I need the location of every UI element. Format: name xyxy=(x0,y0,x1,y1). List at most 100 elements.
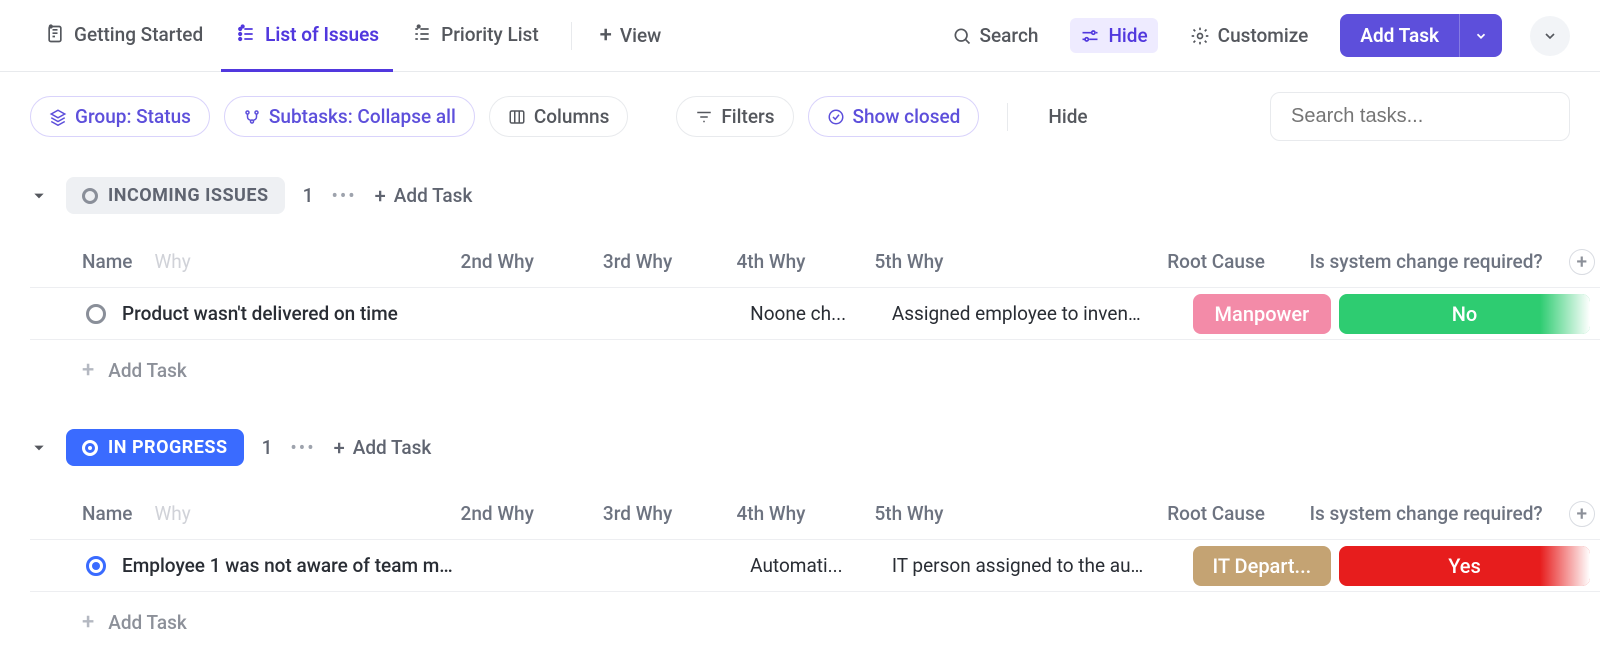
table-header-row: Name Why 2nd Why 3rd Why 4th Why 5th Why… xyxy=(30,236,1600,288)
search-button[interactable]: Search xyxy=(942,18,1049,53)
customize-button[interactable]: Customize xyxy=(1180,18,1319,53)
cell-root[interactable]: Manpower xyxy=(1189,294,1335,334)
add-task-label: Add Task xyxy=(394,184,473,207)
status-dot-icon xyxy=(82,440,98,456)
table-row[interactable]: Product wasn't delivered on time Noone c… xyxy=(30,288,1600,340)
cell-root[interactable]: IT Depart... xyxy=(1189,546,1335,586)
collapse-toggle[interactable] xyxy=(30,187,48,205)
add-task-row[interactable]: + Add Task xyxy=(30,340,1600,393)
plus-icon: + xyxy=(375,184,386,208)
status-dot-icon[interactable] xyxy=(86,304,106,324)
chevron-down-icon xyxy=(1542,28,1558,44)
task-name: Product wasn't delivered on time xyxy=(122,302,398,325)
hide-link[interactable]: Hide xyxy=(1036,105,1099,128)
table-header-row: Name Why 2nd Why 3rd Why 4th Why 5th Why… xyxy=(30,488,1600,540)
root-cause-badge: Manpower xyxy=(1193,294,1331,334)
status-chip[interactable]: IN PROGRESS xyxy=(66,429,244,466)
columns-label: Columns xyxy=(534,105,610,128)
group-more-button[interactable]: ••• xyxy=(290,436,315,459)
subtasks-label: Subtasks: Collapse all xyxy=(269,105,456,128)
sliders-icon xyxy=(1080,26,1100,46)
cell-sys[interactable]: No xyxy=(1335,294,1600,334)
col-header-why2[interactable]: 2nd Why xyxy=(457,250,599,273)
group-count: 1 xyxy=(303,184,314,207)
more-menu-button[interactable] xyxy=(1530,16,1570,56)
priority-list-icon xyxy=(411,23,433,45)
system-change-badge: No xyxy=(1339,294,1590,334)
hide-button[interactable]: Hide xyxy=(1070,18,1157,53)
col-header-why2[interactable]: 2nd Why xyxy=(457,502,599,525)
col-header-name[interactable]: Name Why xyxy=(30,250,457,273)
col-header-sys[interactable]: Is system change required? xyxy=(1306,250,1564,273)
filters-pill[interactable]: Filters xyxy=(676,96,793,137)
view-tabbar: Getting Started List of Issues Priority … xyxy=(0,0,1600,72)
add-column-button[interactable]: + xyxy=(1564,249,1600,275)
col-header-why5[interactable]: 5th Why xyxy=(870,250,1163,273)
collapse-toggle[interactable] xyxy=(30,439,48,457)
search-label: Search xyxy=(980,24,1039,47)
col-header-root[interactable]: Root Cause xyxy=(1163,502,1305,525)
col-header-why3[interactable]: 3rd Why xyxy=(599,502,733,525)
group-more-button[interactable]: ••• xyxy=(331,184,356,207)
gear-icon xyxy=(1190,26,1210,46)
tab-list-of-issues[interactable]: List of Issues xyxy=(221,0,393,72)
columns-icon xyxy=(508,108,526,126)
group-add-task[interactable]: + Add Task xyxy=(375,184,473,208)
subtasks-pill[interactable]: Subtasks: Collapse all xyxy=(224,96,475,137)
tab-getting-started[interactable]: Getting Started xyxy=(30,0,217,72)
columns-pill[interactable]: Columns xyxy=(489,96,629,137)
add-task-row[interactable]: + Add Task xyxy=(30,592,1600,645)
group-in-progress: IN PROGRESS 1 ••• + Add Task Name Why 2n… xyxy=(30,423,1600,645)
add-view-button[interactable]: + View xyxy=(590,23,672,48)
add-task-button[interactable]: Add Task xyxy=(1340,14,1459,57)
col-header-name[interactable]: Name Why xyxy=(30,502,457,525)
plus-icon: + xyxy=(600,23,612,48)
add-task-label: Add Task xyxy=(108,359,187,382)
filter-icon xyxy=(695,108,713,126)
tab-priority-list[interactable]: Priority List xyxy=(397,0,553,72)
root-cause-badge: IT Depart... xyxy=(1193,546,1331,586)
table-row[interactable]: Employee 1 was not aware of team meeti… … xyxy=(30,540,1600,592)
plus-icon: + xyxy=(1569,249,1595,275)
add-task-group: Add Task xyxy=(1340,14,1502,57)
status-label: INCOMING ISSUES xyxy=(108,185,269,206)
cell-why5[interactable]: Assigned employee to inven… xyxy=(888,302,1189,325)
col-header-sys[interactable]: Is system change required? xyxy=(1306,502,1564,525)
status-dot-icon[interactable] xyxy=(86,556,106,576)
status-chip[interactable]: INCOMING ISSUES xyxy=(66,177,285,214)
group-add-task[interactable]: + Add Task xyxy=(334,436,432,460)
system-change-badge: Yes xyxy=(1339,546,1590,586)
hide-label: Hide xyxy=(1048,105,1087,128)
col-header-why4[interactable]: 4th Why xyxy=(732,502,870,525)
status-dot-icon xyxy=(82,188,98,204)
col-header-root[interactable]: Root Cause xyxy=(1163,250,1305,273)
col-header-why5[interactable]: 5th Why xyxy=(870,502,1163,525)
hide-label: Hide xyxy=(1108,24,1147,47)
list-toolbar: Group: Status Subtasks: Collapse all Col… xyxy=(0,72,1600,151)
group-pill[interactable]: Group: Status xyxy=(30,96,210,137)
cell-sys[interactable]: Yes xyxy=(1335,546,1600,586)
show-closed-pill[interactable]: Show closed xyxy=(808,96,980,137)
stack-icon xyxy=(49,108,67,126)
plus-icon: + xyxy=(1569,501,1595,527)
add-task-dropdown[interactable] xyxy=(1459,14,1502,57)
group-label: Group: Status xyxy=(75,105,191,128)
cell-why5[interactable]: IT person assigned to the au… xyxy=(888,554,1189,577)
plus-icon: + xyxy=(334,436,345,460)
col-header-why4[interactable]: 4th Why xyxy=(732,250,870,273)
search-icon xyxy=(952,26,972,46)
customize-label: Customize xyxy=(1218,24,1309,47)
plus-icon: + xyxy=(82,610,94,635)
cell-why4[interactable]: Noone ch... xyxy=(746,302,888,325)
list-content: INCOMING ISSUES 1 ••• + Add Task Name Wh… xyxy=(0,151,1600,645)
col-header-why3[interactable]: 3rd Why xyxy=(599,250,733,273)
add-column-button[interactable]: + xyxy=(1564,501,1600,527)
show-closed-label: Show closed xyxy=(853,105,961,128)
group-count: 1 xyxy=(262,436,273,459)
cell-why4[interactable]: Automati... xyxy=(746,554,888,577)
task-table: Name Why 2nd Why 3rd Why 4th Why 5th Why… xyxy=(30,488,1600,645)
view-label: View xyxy=(620,24,661,47)
search-tasks-input[interactable] xyxy=(1270,92,1570,141)
separator xyxy=(1007,103,1008,131)
filters-label: Filters xyxy=(721,105,774,128)
